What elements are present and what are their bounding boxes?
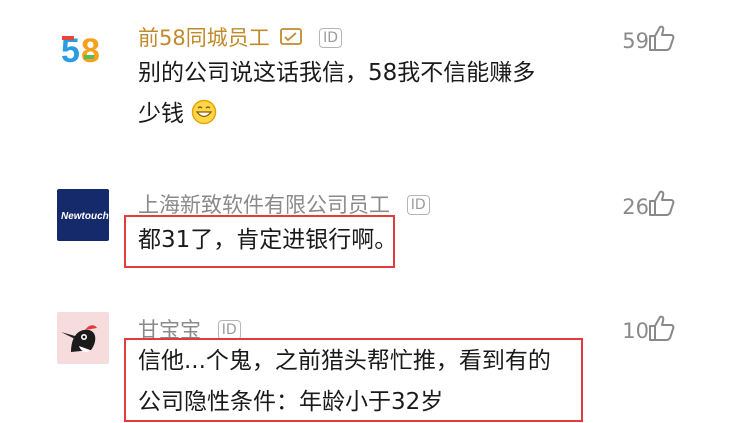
woodpecker-icon (61, 325, 97, 353)
thumbs-up-icon[interactable] (647, 314, 675, 342)
avatar-woodpecker[interactable] (57, 312, 109, 364)
comment-2-text: 都31了，肯定进银行啊。 (138, 227, 398, 253)
avatar-newtouch[interactable]: Newtouch (57, 189, 109, 241)
comment-1-username[interactable]: 前58同城员工 (138, 26, 270, 50)
comment-3-text: 信他...个鬼，之前猎头帮忙推，看到有的 公司隐性条件：年龄小于32岁 (138, 341, 551, 423)
newtouch-logo-text: Newtouch (61, 211, 109, 222)
comment-1-line-2-text: 少钱 (138, 101, 184, 127)
comment-3-like-count: 10 (622, 319, 649, 343)
comment-1-line-2: 少钱 (138, 94, 535, 135)
logo-58-icon: 5 8 (61, 32, 100, 70)
comment-1-like-count: 59 (622, 29, 649, 53)
comment-1-username-row: 前58同城员工 ID (138, 22, 343, 52)
employee-card-icon (280, 28, 303, 45)
svg-text:8: 8 (81, 32, 100, 70)
comment-2: Newtouch 上海新致软件有限公司员工 ID 26 都31了，肯定进银行啊。 (0, 160, 735, 300)
id-badge: ID (406, 195, 430, 215)
thumbs-up-icon[interactable] (647, 189, 675, 217)
comment-2-like-count: 26 (622, 195, 649, 219)
newtouch-logo-icon: Newtouch (61, 211, 109, 222)
comment-1-line-1: 别的公司说这话我信，58我不信能赚多 (138, 60, 536, 86)
comment-1-text: 别的公司说这话我信，58我不信能赚多 少钱 (138, 53, 535, 135)
thumbs-up-icon[interactable] (647, 24, 675, 52)
comment-3-line-1: 信他...个鬼，之前猎头帮忙推，看到有的 (138, 348, 551, 374)
id-badge: ID (217, 320, 241, 340)
id-badge: ID (319, 28, 343, 48)
comment-1: 5 8 前58同城员工 ID 59 别的公司说这话我信，58我不信能赚多 少钱 (0, 0, 735, 160)
avatar-58[interactable]: 5 8 (57, 22, 109, 74)
comment-3: 甘宝宝 ID 10 信他...个鬼，之前猎头帮忙推，看到有的 公司隐性条件：年龄… (0, 300, 735, 422)
grinning-face-emoji-icon (192, 99, 217, 125)
comment-2-username[interactable]: 上海新致软件有限公司员工 (138, 193, 390, 217)
